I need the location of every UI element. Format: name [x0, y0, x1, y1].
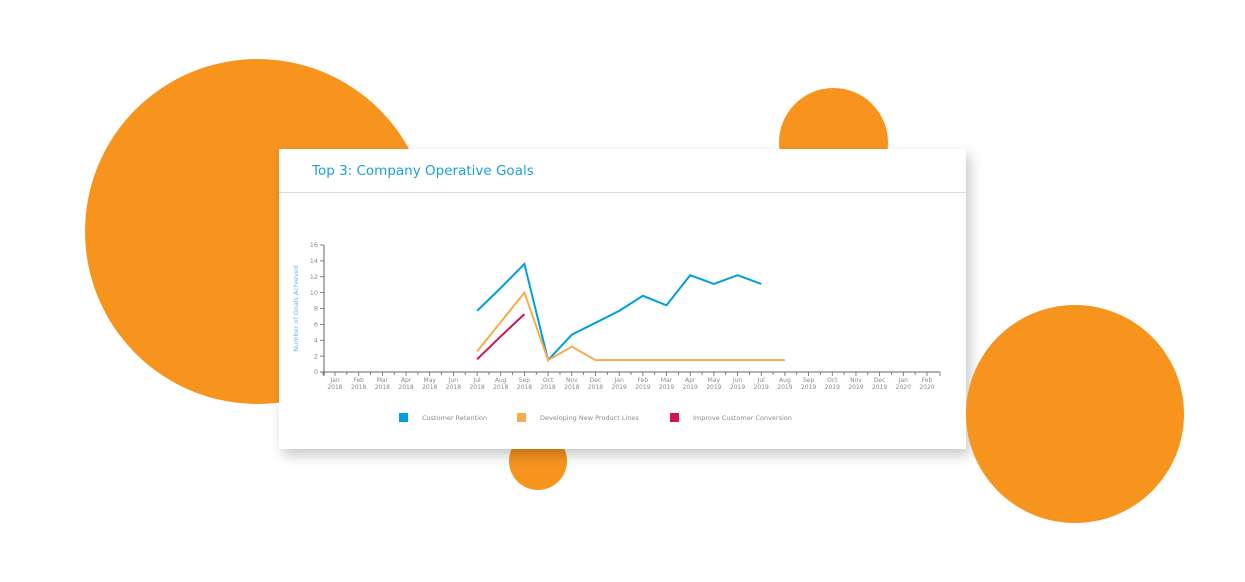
x-tick-label-month: Mar	[661, 377, 673, 384]
legend-swatch	[670, 413, 679, 422]
x-tick-label-month: Dec	[590, 377, 602, 384]
x-tick-label-month: Jan	[898, 377, 908, 384]
y-tick-label: 6	[314, 321, 318, 329]
x-tick-label-month: Mar	[377, 377, 389, 384]
x-tick-label-month: Nov	[566, 377, 578, 384]
x-tick-label-year: 2019	[706, 384, 721, 391]
x-tick-label-year: 2019	[730, 384, 745, 391]
x-tick-label-month: Jun	[448, 377, 459, 384]
x-tick-label-month: May	[424, 377, 437, 384]
x-tick-label-month: Oct	[543, 377, 554, 384]
x-tick-label-year: 2018	[398, 384, 413, 391]
x-tick-label-year: 2019	[872, 384, 887, 391]
x-tick-label-year: 2020	[896, 384, 911, 391]
x-tick-label-year: 2019	[801, 384, 816, 391]
x-tick-label-year: 2019	[683, 384, 698, 391]
legend-label: Developing New Product Lines	[540, 413, 639, 422]
x-tick-label-month: Feb	[353, 377, 364, 384]
y-tick-label: 10	[310, 289, 318, 297]
x-tick-label-year: 2018	[517, 384, 532, 391]
x-tick-label-month: Sep	[519, 377, 531, 384]
x-tick-label-year: 2019	[825, 384, 840, 391]
y-tick-label: 2	[314, 352, 318, 360]
x-tick-label-month: Oct	[827, 377, 838, 384]
x-tick-label-year: 2018	[564, 384, 579, 391]
legend-label: Customer Retention	[422, 413, 487, 422]
legend-item-customer-retention[interactable]: Customer Retention	[399, 413, 487, 422]
legend-label: Improve Customer Conversion	[693, 413, 792, 422]
legend-item-developing-new-product-lines[interactable]: Developing New Product Lines	[517, 413, 639, 422]
x-tick-label-year: 2018	[422, 384, 437, 391]
legend-swatch	[399, 413, 408, 422]
y-tick-label: 16	[310, 241, 318, 249]
legend-item-improve-customer-conversion[interactable]: Improve Customer Conversion	[670, 413, 792, 422]
y-tick-label: 12	[310, 273, 318, 281]
x-tick-label-month: Apr	[401, 377, 412, 384]
x-tick-label-year: 2018	[375, 384, 390, 391]
x-tick-label-year: 2018	[588, 384, 603, 391]
x-tick-label-year: 2019	[635, 384, 650, 391]
x-tick-label-month: Nov	[850, 377, 862, 384]
decorative-circle-right	[966, 305, 1184, 523]
x-tick-label-year: 2018	[351, 384, 366, 391]
x-tick-label-month: Aug	[495, 377, 507, 384]
chart-legend: Customer Retention Developing New Product…	[279, 413, 966, 427]
x-tick-label-month: Sep	[803, 377, 815, 384]
x-tick-label-month: Jun	[732, 377, 743, 384]
x-tick-label-month: May	[708, 377, 721, 384]
x-tick-label-month: Apr	[685, 377, 696, 384]
y-tick-label: 4	[314, 336, 318, 344]
x-tick-label-month: Feb	[922, 377, 933, 384]
x-tick-label-year: 2019	[848, 384, 863, 391]
x-tick-label-month: Jan	[329, 377, 339, 384]
x-tick-label-month: Jul	[757, 377, 766, 384]
x-tick-label-month: Jan	[614, 377, 624, 384]
x-tick-label-year: 2019	[659, 384, 674, 391]
x-tick-label-month: Dec	[874, 377, 886, 384]
x-tick-label-year: 2018	[327, 384, 342, 391]
y-tick-label: 0	[314, 368, 318, 376]
x-tick-label-year: 2019	[754, 384, 769, 391]
y-axis-title: Number of Goals Achieved	[292, 265, 300, 352]
x-tick-label-month: Jul	[472, 377, 481, 384]
x-tick-label-year: 2018	[469, 384, 484, 391]
line-chart: 0 2 4 6 8 10 12 14 16 Number of Goals Achieved Jan…	[292, 241, 941, 391]
x-tick-label-year: 2019	[612, 384, 627, 391]
legend-swatch	[517, 413, 526, 422]
x-tick-label-year: 2019	[777, 384, 792, 391]
x-tick-label-year: 2018	[493, 384, 508, 391]
y-tick-label: 8	[314, 305, 318, 313]
x-tick-label-year: 2018	[540, 384, 555, 391]
x-tick-label-month: Feb	[638, 377, 649, 384]
y-tick-label: 14	[310, 257, 318, 265]
chart-card: Top 3: Company Operative Goals 0 2 4 6 8 10 12…	[279, 149, 966, 449]
series-line-customer-retention	[476, 262, 762, 363]
x-tick-label-year: 2018	[446, 384, 461, 391]
x-tick-label-year: 2020	[919, 384, 934, 391]
x-tick-label-month: Aug	[779, 377, 791, 384]
